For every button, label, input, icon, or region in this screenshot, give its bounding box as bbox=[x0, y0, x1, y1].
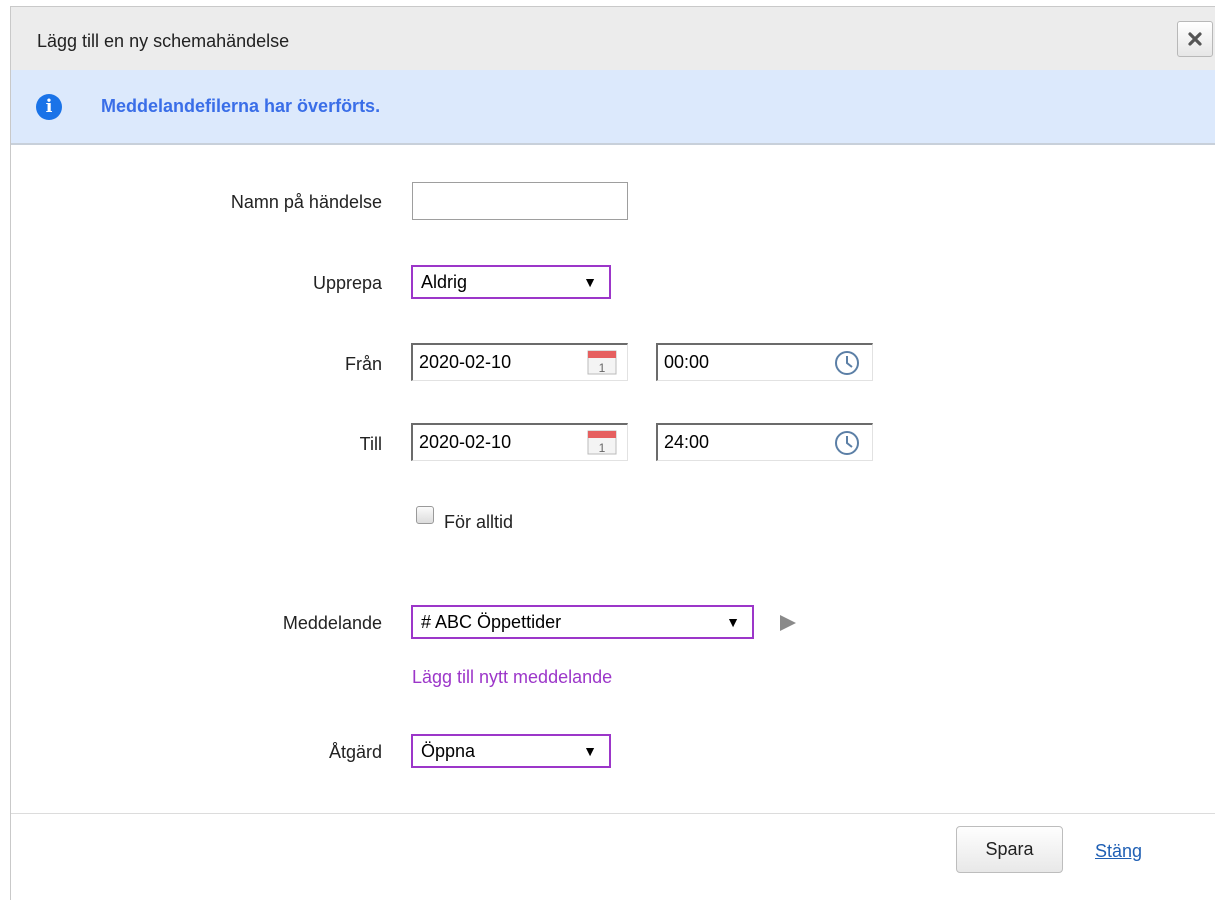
to-label: Till bbox=[359, 434, 382, 454]
close-x-icon bbox=[1188, 32, 1202, 46]
close-link[interactable]: Stäng bbox=[1095, 841, 1142, 862]
info-banner: i Meddelandefilerna har överförts. bbox=[11, 70, 1215, 145]
svg-text:1: 1 bbox=[599, 441, 606, 455]
info-message: Meddelandefilerna har överförts. bbox=[101, 96, 381, 116]
add-message-link[interactable]: Lägg till nytt meddelande bbox=[412, 667, 612, 688]
clock-icon[interactable] bbox=[834, 430, 860, 456]
to-date-value: 2020-02-10 bbox=[419, 432, 512, 452]
clock-icon[interactable] bbox=[834, 350, 860, 376]
event-name-label: Namn på händelse bbox=[230, 192, 382, 212]
calendar-icon[interactable]: 1 bbox=[586, 349, 618, 375]
from-label: Från bbox=[344, 354, 382, 374]
save-button[interactable]: Spara bbox=[956, 826, 1063, 873]
info-icon: i bbox=[36, 94, 62, 120]
footer-divider bbox=[11, 813, 1215, 814]
close-button[interactable] bbox=[1177, 21, 1213, 57]
from-date-value: 2020-02-10 bbox=[419, 352, 512, 372]
message-select-value: # ABC Öppettider bbox=[421, 612, 562, 632]
forever-label: För alltid bbox=[444, 512, 514, 532]
chevron-down-icon: ▼ bbox=[726, 614, 740, 630]
play-icon[interactable] bbox=[780, 615, 796, 631]
save-button-label: Spara bbox=[985, 839, 1034, 859]
calendar-icon[interactable]: 1 bbox=[586, 429, 618, 455]
event-name-input[interactable] bbox=[412, 182, 628, 220]
to-time-value: 24:00 bbox=[664, 432, 710, 452]
chevron-down-icon: ▼ bbox=[583, 743, 597, 759]
forever-checkbox[interactable] bbox=[416, 506, 434, 524]
message-label: Meddelande bbox=[282, 613, 382, 633]
message-select[interactable]: # ABC Öppettider ▼ bbox=[411, 605, 754, 639]
repeat-label: Upprepa bbox=[312, 273, 382, 293]
schedule-event-dialog: Lägg till en ny schemahändelse i Meddela… bbox=[10, 6, 1215, 900]
action-select-value: Öppna bbox=[421, 741, 476, 761]
action-select[interactable]: Öppna ▼ bbox=[411, 734, 611, 768]
svg-text:1: 1 bbox=[599, 361, 606, 375]
from-time-value: 00:00 bbox=[664, 352, 710, 372]
repeat-select[interactable]: Aldrig ▼ bbox=[411, 265, 611, 299]
action-label: Åtgärd bbox=[328, 742, 382, 762]
dialog-titlebar: Lägg till en ny schemahändelse bbox=[11, 7, 1215, 71]
chevron-down-icon: ▼ bbox=[583, 274, 597, 290]
dialog-title: Lägg till en ny schemahändelse bbox=[37, 31, 290, 51]
repeat-select-value: Aldrig bbox=[421, 272, 468, 292]
